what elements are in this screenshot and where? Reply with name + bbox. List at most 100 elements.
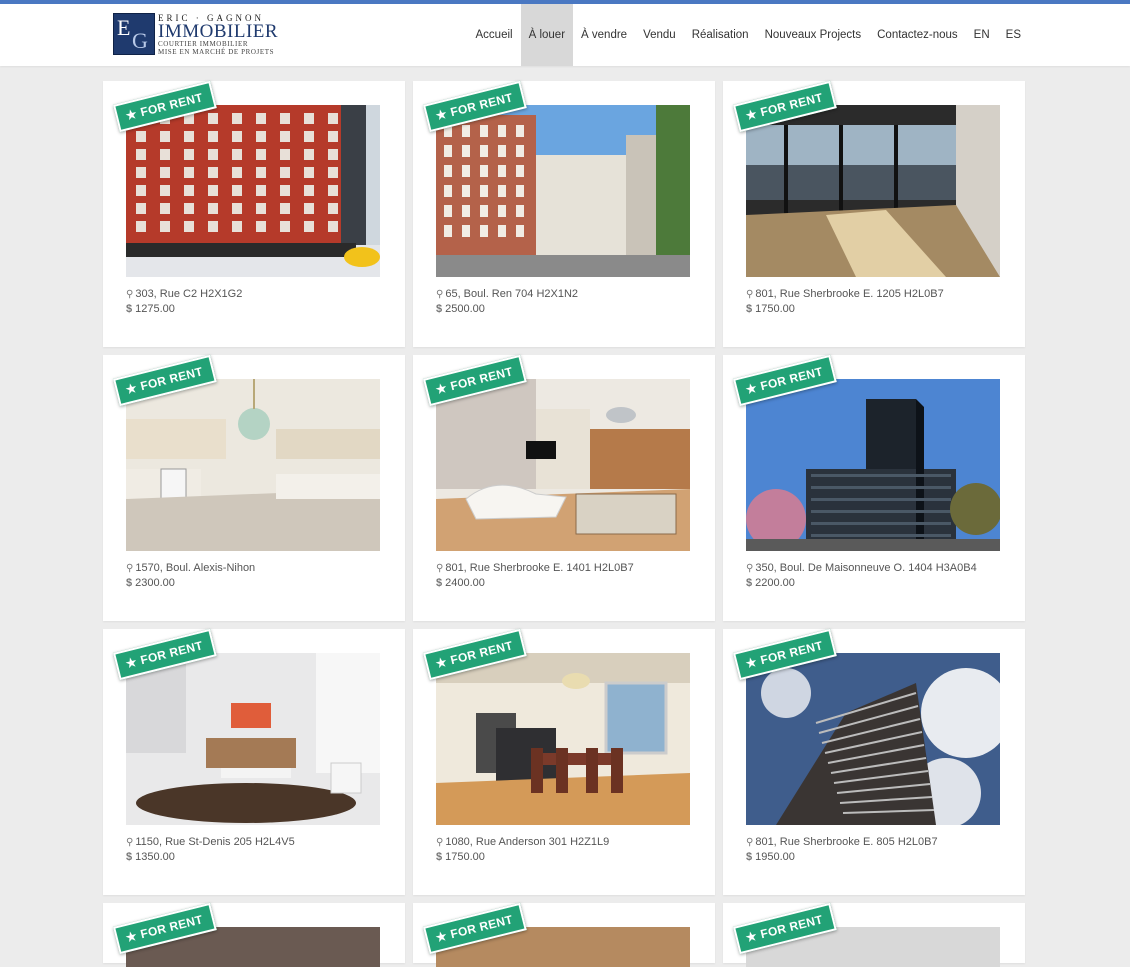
listing-price-line: $1950.00 [746,850,938,865]
nav-item-r-alisation[interactable]: Réalisation [684,4,757,66]
listing-info: ⚲ 1150, Rue St-Denis 205 H2L4V5 $1350.00 [126,835,295,865]
listing-address: 801, Rue Sherbrooke E. 1205 H2L0B7 [755,288,944,300]
logo-monogram: E G [113,13,155,55]
nav-item-es[interactable]: ES [998,4,1029,66]
listing-address-line: ⚲ 1150, Rue St-Denis 205 H2L4V5 [126,835,295,850]
listing-address-line: ⚲ 65, Boul. Ren 704 H2X1N2 [436,287,578,302]
dollar-icon: $ [436,851,443,863]
map-pin-icon: ⚲ [436,837,444,848]
main-navigation: Accueil À louer À vendre Vendu Réalisation No… [468,4,1029,66]
listing-price-line: $2200.00 [746,576,977,591]
logo-title: IMMOBILIER [158,21,279,42]
listing-card[interactable]: ★FOR RENT ⚲ 303, Rue C2 H2X1G2 $1275.00 [103,80,405,347]
listing-card[interactable]: ★FOR RENT [723,902,1025,967]
listing-photo[interactable] [746,105,1000,277]
listing-card[interactable]: ★FOR RENT ⚲ 1570, Boul. Alexis-Nihon $230… [103,354,405,621]
logo-letter-e: E [117,15,131,40]
listing-info: ⚲ 350, Boul. De Maisonneuve O. 1404 H3A0B… [746,561,977,591]
listing-address-line: ⚲ 801, Rue Sherbrooke E. 1401 H2L0B7 [436,561,634,576]
map-pin-icon: ⚲ [746,289,754,300]
dollar-icon: $ [126,577,133,589]
dollar-icon: $ [746,851,753,863]
listing-card[interactable]: ★FOR RENT [413,902,715,967]
company-logo[interactable]: E G ERIC · GAGNON IMMOBILIER COURTIER IM… [113,13,283,57]
dollar-icon: $ [436,577,443,589]
listing-card[interactable]: ★FOR RENT ⚲ 801, Rue Sherbrooke E. 1205 H… [723,80,1025,347]
listing-address: 65, Boul. Ren 704 H2X1N2 [445,288,579,300]
listing-price: 1750.00 [755,303,795,315]
listing-address: 1080, Rue Anderson 301 H2Z1L9 [445,836,610,848]
nav-item-nouveaux-projects[interactable]: Nouveaux Projects [757,4,870,66]
star-icon: ★ [434,928,449,945]
map-pin-icon: ⚲ [126,837,134,848]
logo-subtitle-2: MISE EN MARCHÉ DE PROJETS [158,48,275,56]
listing-price-line: $2500.00 [436,302,578,317]
listing-photo[interactable] [436,379,690,551]
star-icon: ★ [744,928,759,945]
listing-photo[interactable] [746,653,1000,825]
listing-address: 303, Rue C2 H2X1G2 [135,288,243,300]
dollar-icon: $ [126,851,133,863]
listing-photo[interactable] [126,653,380,825]
listing-price: 2500.00 [445,303,485,315]
map-pin-icon: ⚲ [436,563,444,574]
listing-card[interactable]: ★FOR RENT ⚲ 801, Rue Sherbrooke E. 805 H2… [723,628,1025,895]
listing-photo[interactable] [126,379,380,551]
listing-card[interactable]: ★FOR RENT ⚲ 801, Rue Sherbrooke E. 1401 H… [413,354,715,621]
listing-price-line: $1750.00 [746,302,944,317]
star-icon: ★ [124,106,139,123]
listing-address-line: ⚲ 801, Rue Sherbrooke E. 1205 H2L0B7 [746,287,944,302]
star-icon: ★ [434,654,449,671]
logo-wordmark: ERIC · GAGNON IMMOBILIER COURTIER IMMOBI… [158,13,278,56]
nav-item--vendre[interactable]: À vendre [573,4,635,66]
star-icon: ★ [124,928,139,945]
listing-grid: ★FOR RENT ⚲ 303, Rue C2 H2X1G2 $1275.00 ★… [103,80,1025,967]
listing-address-line: ⚲ 1570, Boul. Alexis-Nihon [126,561,255,576]
listing-address-line: ⚲ 1080, Rue Anderson 301 H2Z1L9 [436,835,609,850]
listing-info: ⚲ 1570, Boul. Alexis-Nihon $2300.00 [126,561,255,591]
listing-address-line: ⚲ 801, Rue Sherbrooke E. 805 H2L0B7 [746,835,938,850]
listing-price-line: $2300.00 [126,576,255,591]
listing-price: 1275.00 [135,303,175,315]
listing-photo[interactable] [746,379,1000,551]
dollar-icon: $ [746,303,753,315]
listing-card[interactable]: ★FOR RENT ⚲ 65, Boul. Ren 704 H2X1N2 $250… [413,80,715,347]
listing-price: 1350.00 [135,851,175,863]
listing-info: ⚲ 1080, Rue Anderson 301 H2Z1L9 $1750.00 [436,835,609,865]
listing-price: 2200.00 [755,577,795,589]
nav-item-en[interactable]: EN [966,4,998,66]
star-icon: ★ [744,654,759,671]
map-pin-icon: ⚲ [746,837,754,848]
listing-price-line: $2400.00 [436,576,634,591]
listing-price: 1750.00 [445,851,485,863]
map-pin-icon: ⚲ [126,563,134,574]
listing-card[interactable]: ★FOR RENT [103,902,405,967]
listing-photo[interactable] [436,653,690,825]
dollar-icon: $ [126,303,133,315]
listing-address: 350, Boul. De Maisonneuve O. 1404 H3A0B4 [755,562,977,574]
map-pin-icon: ⚲ [126,289,134,300]
listing-address-line: ⚲ 350, Boul. De Maisonneuve O. 1404 H3A0B… [746,561,977,576]
listing-card[interactable]: ★FOR RENT ⚲ 350, Boul. De Maisonneuve O. … [723,354,1025,621]
star-icon: ★ [434,380,449,397]
listing-price: 2400.00 [445,577,485,589]
nav-item-vendu[interactable]: Vendu [635,4,684,66]
listing-photo[interactable] [126,105,380,277]
listing-price-line: $1275.00 [126,302,242,317]
logo-letter-g: G [132,28,148,53]
listing-address: 1570, Boul. Alexis-Nihon [135,562,256,574]
listing-info: ⚲ 801, Rue Sherbrooke E. 1205 H2L0B7 $175… [746,287,944,317]
listing-price: 1950.00 [755,851,795,863]
listing-address-line: ⚲ 303, Rue C2 H2X1G2 [126,287,242,302]
listing-card[interactable]: ★FOR RENT ⚲ 1150, Rue St-Denis 205 H2L4V5… [103,628,405,895]
listing-price-line: $1750.00 [436,850,609,865]
map-pin-icon: ⚲ [746,563,754,574]
dollar-icon: $ [436,303,443,315]
listing-photo[interactable] [436,105,690,277]
nav-item-accueil[interactable]: Accueil [468,4,521,66]
listing-address: 801, Rue Sherbrooke E. 805 H2L0B7 [755,836,938,848]
listing-info: ⚲ 801, Rue Sherbrooke E. 1401 H2L0B7 $240… [436,561,634,591]
nav-item--louer[interactable]: À louer [520,4,574,66]
nav-item-contactez-nous[interactable]: Contactez-nous [869,4,966,66]
listing-card[interactable]: ★FOR RENT ⚲ 1080, Rue Anderson 301 H2Z1L9… [413,628,715,895]
